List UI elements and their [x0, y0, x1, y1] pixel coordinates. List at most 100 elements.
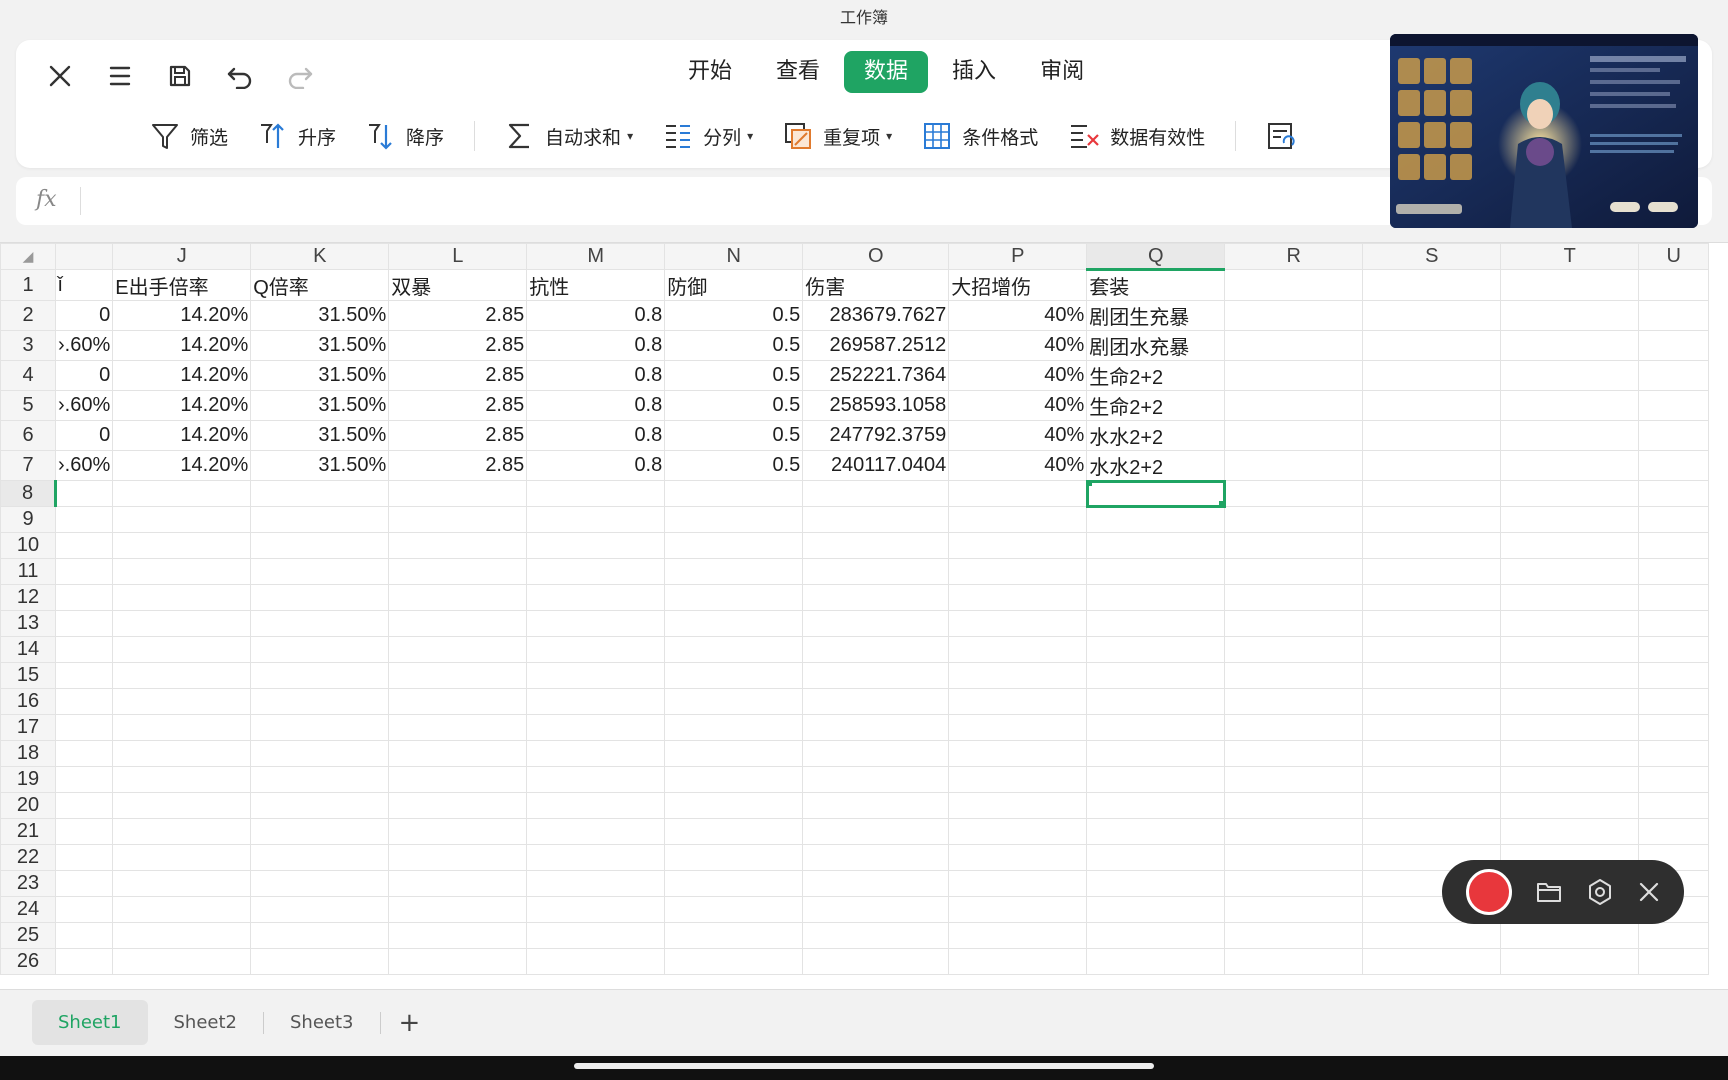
cell[interactable]: [802, 896, 950, 923]
cell[interactable]: [250, 636, 390, 663]
cell[interactable]: [1086, 818, 1226, 845]
cell[interactable]: [802, 948, 950, 975]
cell[interactable]: [54, 922, 114, 949]
cell[interactable]: [1224, 948, 1364, 975]
cell[interactable]: 269587.2512: [802, 330, 950, 361]
cell[interactable]: [526, 688, 666, 715]
menu-button[interactable]: [98, 54, 142, 98]
cell[interactable]: [112, 506, 252, 533]
cell[interactable]: [54, 870, 114, 897]
row-header[interactable]: 24: [0, 896, 56, 923]
cell[interactable]: [1362, 792, 1502, 819]
cell[interactable]: [1086, 714, 1226, 741]
folder-icon[interactable]: [1535, 879, 1563, 905]
cell[interactable]: ›.60%: [54, 450, 114, 481]
undo-button[interactable]: [218, 54, 262, 98]
selection-handle[interactable]: [1087, 481, 1093, 486]
game-preview-overlay[interactable]: [1390, 34, 1698, 228]
cell[interactable]: [948, 688, 1088, 715]
cell[interactable]: [54, 610, 114, 637]
tab-view[interactable]: 查看: [756, 51, 840, 93]
add-sheet-button[interactable]: +: [399, 1008, 421, 1038]
cell[interactable]: [112, 766, 252, 793]
close-icon[interactable]: [1637, 880, 1661, 904]
cell[interactable]: [54, 636, 114, 663]
cell[interactable]: 大招增伤: [948, 269, 1088, 301]
column-header[interactable]: L: [388, 243, 528, 270]
cell[interactable]: 14.20%: [112, 390, 252, 421]
cell[interactable]: 2.85: [388, 390, 528, 421]
cell[interactable]: [1638, 948, 1710, 975]
cell[interactable]: [1224, 844, 1364, 871]
filter-button[interactable]: 筛选: [150, 121, 228, 151]
split-column-button[interactable]: 分列 ▾: [663, 121, 753, 151]
column-header-selected[interactable]: Q: [1086, 243, 1226, 271]
cell[interactable]: [112, 896, 252, 923]
data-validation-button[interactable]: 数据有效性: [1068, 121, 1205, 151]
cell[interactable]: 2.85: [388, 450, 528, 481]
column-header[interactable]: P: [948, 243, 1088, 270]
cell[interactable]: [664, 662, 804, 689]
cell[interactable]: 252221.7364: [802, 360, 950, 391]
cell[interactable]: [802, 584, 950, 611]
cell[interactable]: 2.85: [388, 420, 528, 451]
cell[interactable]: [1638, 390, 1710, 421]
cell[interactable]: [1638, 269, 1710, 301]
cell[interactable]: [1362, 636, 1502, 663]
cell[interactable]: [664, 844, 804, 871]
cell[interactable]: [1224, 330, 1364, 361]
cell[interactable]: [1362, 450, 1502, 481]
row-header[interactable]: 11: [0, 558, 56, 585]
cell[interactable]: [526, 922, 666, 949]
column-header[interactable]: N: [664, 243, 804, 270]
row-header[interactable]: 20: [0, 792, 56, 819]
cell[interactable]: [1638, 450, 1710, 481]
cell[interactable]: 0.8: [526, 330, 666, 361]
column-header[interactable]: O: [802, 243, 950, 270]
cell[interactable]: [112, 532, 252, 559]
cell[interactable]: [664, 870, 804, 897]
cell[interactable]: [1638, 662, 1710, 689]
cell[interactable]: [54, 792, 114, 819]
cell[interactable]: [54, 740, 114, 767]
cell[interactable]: [388, 870, 528, 897]
column-header[interactable]: K: [250, 243, 390, 270]
cell[interactable]: [1500, 480, 1640, 507]
cell[interactable]: [250, 662, 390, 689]
cell[interactable]: [388, 896, 528, 923]
cell[interactable]: [250, 688, 390, 715]
cell[interactable]: [1500, 360, 1640, 391]
cell[interactable]: 防御: [664, 269, 804, 301]
row-header[interactable]: 16: [0, 688, 56, 715]
row-header[interactable]: 15: [0, 662, 56, 689]
cell[interactable]: [1362, 506, 1502, 533]
cell[interactable]: [1638, 922, 1710, 949]
record-button[interactable]: [1465, 869, 1512, 915]
cell[interactable]: [948, 662, 1088, 689]
cell[interactable]: [526, 740, 666, 767]
cell[interactable]: [112, 714, 252, 741]
select-all-corner[interactable]: ◢: [0, 243, 56, 270]
cell[interactable]: [1638, 792, 1710, 819]
cell[interactable]: [112, 480, 252, 507]
cell[interactable]: [112, 584, 252, 611]
cell[interactable]: 40%: [948, 450, 1088, 481]
cell[interactable]: [526, 714, 666, 741]
cell[interactable]: E出手倍率: [112, 269, 252, 301]
cell[interactable]: [1500, 714, 1640, 741]
redo-button[interactable]: [278, 54, 322, 98]
cell[interactable]: [664, 740, 804, 767]
cell[interactable]: 40%: [948, 420, 1088, 451]
cell[interactable]: 水水2+2: [1086, 420, 1226, 451]
cell[interactable]: [948, 610, 1088, 637]
row-header[interactable]: 5: [0, 390, 56, 421]
cell[interactable]: [1224, 300, 1364, 331]
cell[interactable]: [388, 662, 528, 689]
cell[interactable]: [1500, 558, 1640, 585]
cell[interactable]: [112, 818, 252, 845]
cell[interactable]: 247792.3759: [802, 420, 950, 451]
cell[interactable]: [802, 844, 950, 871]
cell[interactable]: [112, 922, 252, 949]
cell[interactable]: [1224, 610, 1364, 637]
cell[interactable]: [526, 532, 666, 559]
